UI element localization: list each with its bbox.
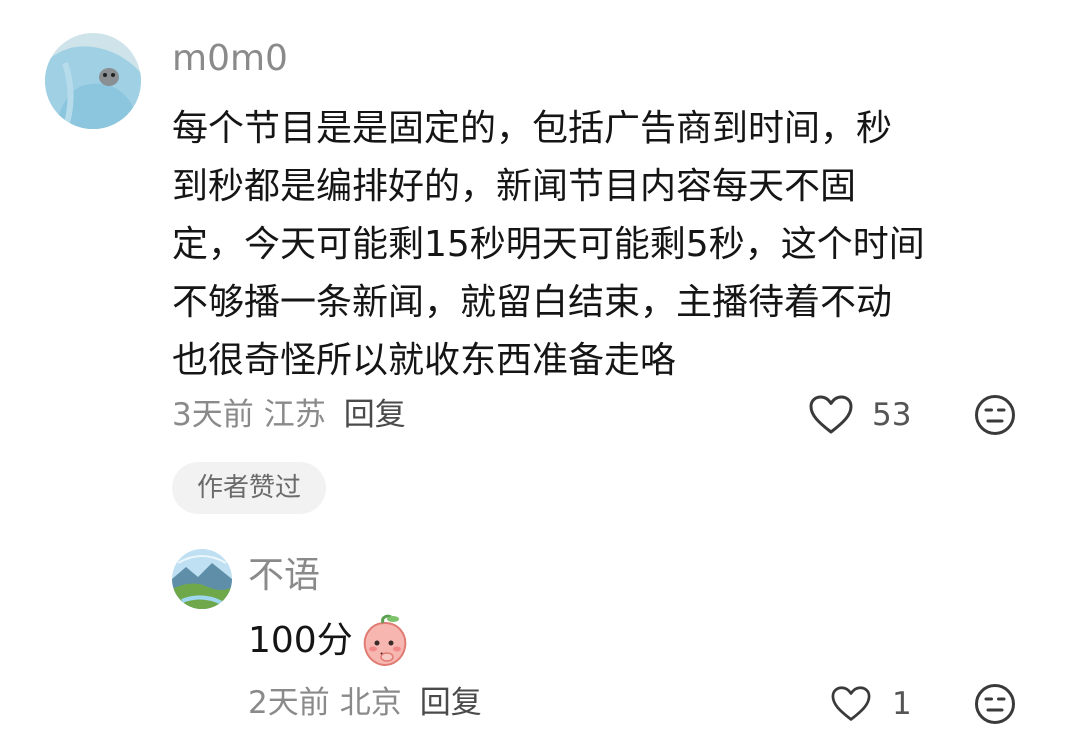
avatar[interactable] [172, 549, 232, 609]
avatar[interactable] [45, 33, 141, 129]
neutral-face-icon [975, 684, 1015, 724]
like-count: 1 [892, 686, 912, 722]
comment-line: 也很奇怪所以就收东西准备走咯 [172, 340, 677, 381]
comment-meta: 3天前 江苏 回复 [172, 392, 406, 438]
avatar-image [172, 549, 232, 609]
comment-line: 到秒都是编排好的，新闻节目内容每天不固 [172, 166, 857, 207]
comment-location: 江苏 [263, 397, 326, 433]
comment-text: 每个节目是是固定的，包括广告商到时间，秒 到秒都是编排好的，新闻节目内容每天不固… [172, 100, 925, 390]
comment-line: 定，今天可能剩15秒明天可能剩5秒，这个时间 [172, 224, 925, 265]
comment-time: 3天前 [172, 397, 254, 433]
like-button[interactable]: 1 [830, 681, 912, 727]
comment-line: 100分 [248, 620, 353, 661]
like-button[interactable]: 53 [808, 392, 911, 438]
avatar-image [45, 33, 141, 129]
heart-outline-icon [809, 395, 853, 434]
reply-button[interactable]: 回复 [344, 392, 406, 438]
peach-face-sticker [363, 614, 407, 667]
comment-text: 100分 [248, 612, 413, 670]
username[interactable]: 不语 [248, 553, 320, 599]
comment-time: 2天前 [248, 685, 330, 721]
emoji-reaction-button[interactable] [974, 394, 1016, 440]
comment-line: 不够播一条新闻，就留白结束，主播待着不动 [172, 282, 893, 323]
like-count: 53 [872, 397, 912, 433]
author-liked-badge: 作者赞过 [172, 462, 326, 514]
reply-button[interactable]: 回复 [420, 680, 482, 726]
comment-location: 北京 [339, 685, 402, 721]
comment-meta: 2天前 北京 回复 [248, 680, 482, 726]
username[interactable]: m0m0 [172, 36, 288, 82]
emoji-reaction-button[interactable] [974, 683, 1016, 729]
comment-line: 每个节目是是固定的，包括广告商到时间，秒 [172, 108, 893, 149]
neutral-face-icon [975, 395, 1015, 435]
heart-outline-icon [831, 686, 871, 721]
